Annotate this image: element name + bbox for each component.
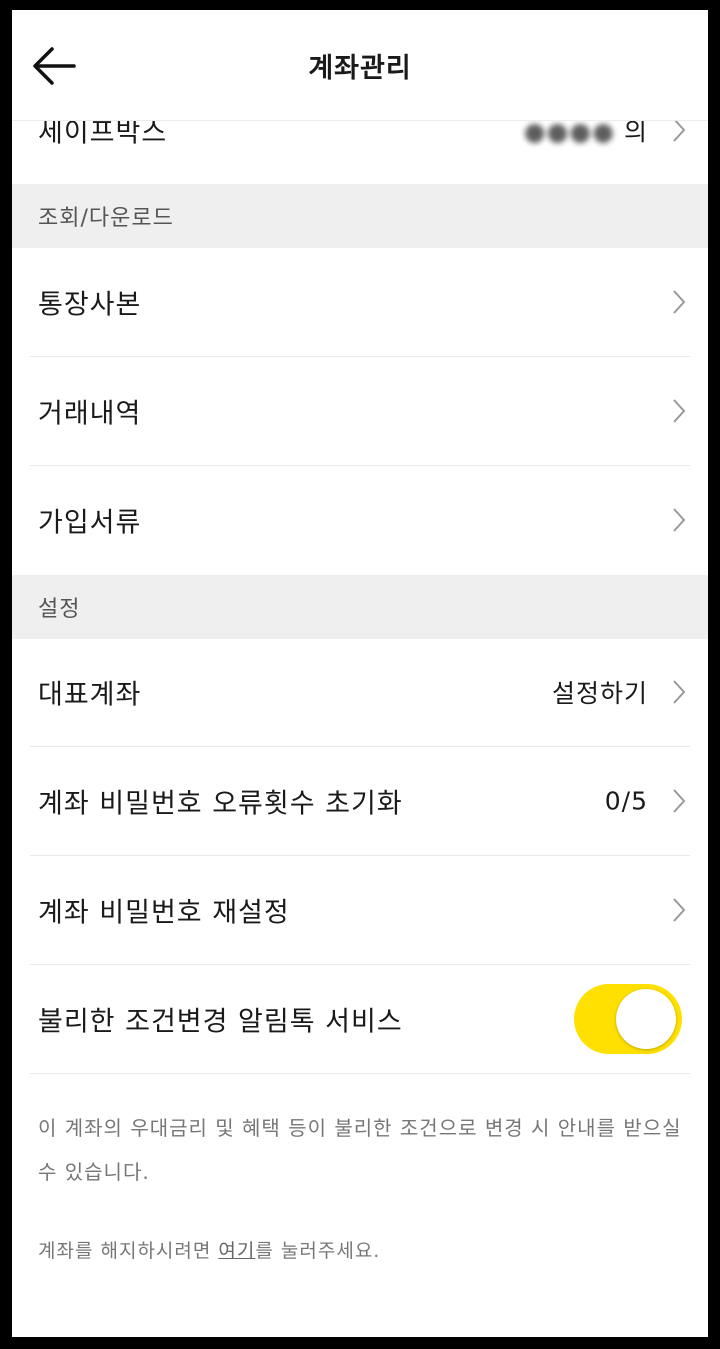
alert-toggle-switch[interactable] bbox=[574, 982, 682, 1056]
safebox-value-suffix: 의 bbox=[623, 117, 648, 146]
chevron-right-icon bbox=[673, 399, 686, 423]
menu-item-label: 대표계좌 bbox=[38, 679, 142, 711]
menu-item-label: 불리한 조건변경 알림톡 서비스 bbox=[38, 1006, 403, 1038]
menu-item-reset-pin[interactable]: 계좌 비밀번호 재설정 bbox=[30, 856, 690, 965]
menu-item-value: 설정하기 bbox=[551, 679, 648, 708]
section-header-settings: 설정 bbox=[12, 575, 708, 639]
app-screen: 세이프박스 ●●●● 의 계좌관리 조회/다운로드 통장사본 거래내역 가입서류… bbox=[12, 10, 708, 1337]
menu-item-label: 가입서류 bbox=[38, 507, 142, 539]
chevron-right-icon bbox=[673, 898, 686, 922]
footer-text-before: 계좌를 해지하시려면 bbox=[38, 1240, 219, 1262]
app-header: 계좌관리 bbox=[12, 10, 708, 121]
menu-item-label: 계좌 비밀번호 재설정 bbox=[38, 897, 290, 929]
footer-text-after: 를 눌러주세요. bbox=[255, 1240, 381, 1262]
menu-item-reset-pin-errors[interactable]: 계좌 비밀번호 오류횟수 초기화 0/5 bbox=[30, 747, 690, 856]
section-title: 조회/다운로드 bbox=[38, 206, 174, 231]
section-header-inquiry: 조회/다운로드 bbox=[12, 184, 708, 248]
page-title: 계좌관리 bbox=[308, 53, 412, 84]
chevron-right-icon bbox=[673, 789, 686, 813]
close-account-footer: 계좌를 해지하시려면 여기를 눌러주세요. bbox=[38, 1236, 380, 1263]
toggle-knob bbox=[616, 989, 676, 1049]
menu-item-label: 거래내역 bbox=[38, 398, 142, 430]
menu-item-bankbook-copy[interactable]: 통장사본 bbox=[30, 248, 690, 357]
chevron-right-icon bbox=[673, 680, 686, 704]
alert-service-description: 이 계좌의 우대금리 및 혜택 등이 불리한 조건으로 변경 시 안내를 받으실… bbox=[38, 1116, 682, 1184]
menu-item-label: 통장사본 bbox=[38, 289, 142, 321]
menu-item-primary-account[interactable]: 대표계좌 설정하기 bbox=[30, 638, 690, 747]
menu-item-unfavorable-change-alert: 불리한 조건변경 알림톡 서비스 bbox=[30, 965, 690, 1074]
pin-error-count: 0/5 bbox=[604, 786, 648, 816]
masked-text: ●●●● bbox=[523, 117, 616, 146]
section-title: 설정 bbox=[38, 597, 81, 622]
chevron-right-icon bbox=[673, 508, 686, 532]
menu-item-transaction-history[interactable]: 거래내역 bbox=[30, 357, 690, 466]
menu-item-label: 계좌 비밀번호 오류횟수 초기화 bbox=[38, 788, 403, 820]
close-account-link[interactable]: 여기 bbox=[218, 1240, 255, 1262]
menu-item-signup-documents[interactable]: 가입서류 bbox=[30, 466, 690, 574]
chevron-right-icon bbox=[673, 290, 686, 314]
